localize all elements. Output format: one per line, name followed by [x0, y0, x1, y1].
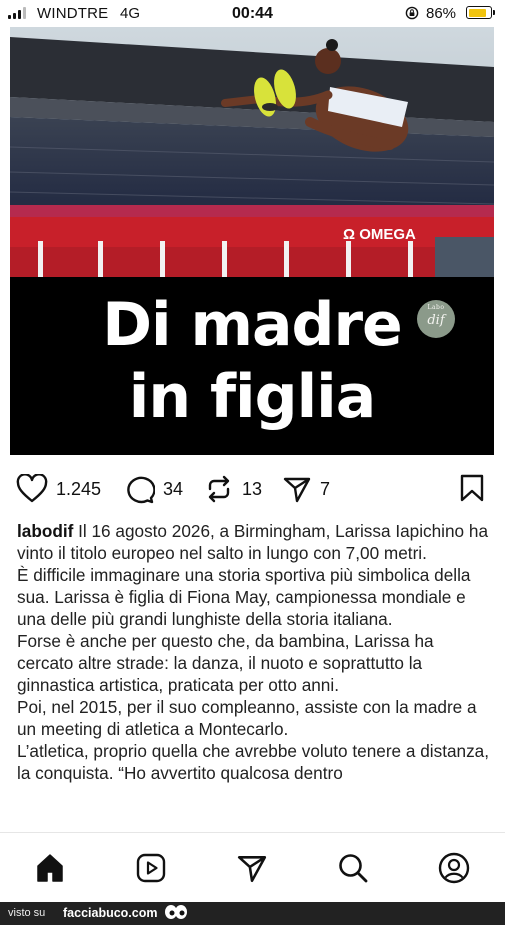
post-actions: 1.245 34 13 7	[0, 464, 505, 512]
nav-profile[interactable]	[437, 851, 471, 885]
headline-line-2: in figlia	[128, 362, 376, 432]
heart-icon	[16, 474, 48, 503]
battery-percent: 86%	[426, 5, 457, 22]
post-image[interactable]: Ω OMEGA Di madre in figlia Labo dif	[10, 27, 494, 455]
comment-icon	[127, 476, 155, 504]
athlete-photo: Ω OMEGA	[10, 27, 494, 277]
comment-count: 34	[163, 478, 184, 499]
caption-paragraph-4: Poi, nel 2015, per il suo compleanno, as…	[17, 697, 477, 739]
watermark-prefix: visto su	[8, 907, 46, 919]
watermark-bar: visto su facciabuco.com	[0, 902, 505, 925]
share-button[interactable]: 7	[282, 474, 330, 504]
omega-board-text: Ω OMEGA	[343, 226, 416, 243]
reels-icon	[136, 853, 166, 883]
status-bar: WINDTRE 4G 00:44 86%	[0, 0, 505, 27]
caption-paragraph-5: L’atletica, proprio quella che avrebbe v…	[17, 741, 490, 783]
comment-button[interactable]: 34	[123, 474, 183, 504]
nav-search[interactable]	[336, 851, 370, 885]
eyes-icon	[165, 905, 187, 919]
rotation-lock-icon	[405, 6, 419, 20]
labodif-logo: Labo dif	[417, 300, 455, 338]
repost-button[interactable]: 13	[204, 474, 262, 504]
repost-icon	[208, 475, 230, 503]
profile-icon	[438, 852, 470, 884]
caption-paragraph-1: Il 16 agosto 2026, a Birmingham, Larissa…	[17, 521, 489, 563]
like-count: 1.245	[56, 478, 102, 499]
watermark-site: facciabuco.com	[63, 906, 158, 920]
repost-count: 13	[242, 478, 263, 499]
like-button[interactable]: 1.245	[16, 474, 101, 504]
search-icon	[339, 854, 368, 883]
send-icon	[237, 856, 267, 883]
caption-username[interactable]: labodif	[17, 521, 73, 541]
nav-messages[interactable]	[235, 851, 269, 885]
home-icon	[37, 854, 63, 882]
share-count: 7	[320, 478, 331, 499]
bottom-nav	[0, 832, 505, 903]
nav-home[interactable]	[33, 851, 67, 885]
bookmark-icon[interactable]	[459, 474, 485, 502]
caption-paragraph-2: È difficile immaginare una storia sporti…	[17, 565, 471, 629]
battery-icon	[466, 6, 495, 19]
post-caption: labodif Il 16 agosto 2026, a Birmingham,…	[17, 520, 491, 831]
caption-paragraph-3: Forse è anche per questo che, da bambina…	[17, 631, 434, 695]
send-icon	[283, 477, 311, 503]
nav-reels[interactable]	[134, 851, 168, 885]
